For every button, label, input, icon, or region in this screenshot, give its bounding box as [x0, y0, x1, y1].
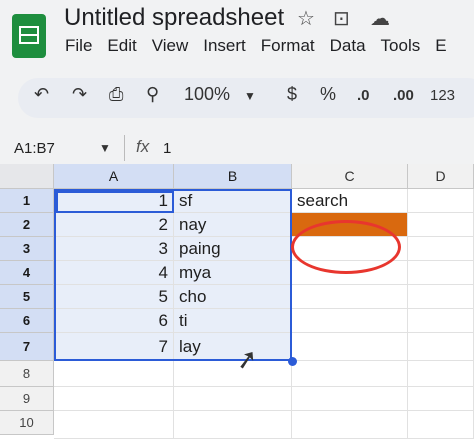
cell-a10[interactable]: [54, 411, 174, 439]
menu-edit[interactable]: Edit: [107, 36, 136, 56]
cell-d5[interactable]: [408, 285, 474, 309]
cell-d6[interactable]: [408, 309, 474, 333]
document-title[interactable]: Untitled spreadsheet: [64, 4, 284, 32]
fx-icon: fx: [136, 137, 150, 156]
cell-c10[interactable]: [292, 411, 408, 439]
row-header-6[interactable]: 6: [0, 309, 54, 333]
fill-handle[interactable]: [288, 357, 297, 366]
cell-b1[interactable]: sf: [174, 189, 292, 213]
row-header-7[interactable]: 7: [0, 333, 54, 361]
name-box-dropdown-icon[interactable]: ▼: [99, 141, 111, 155]
menu-tools[interactable]: Tools: [381, 36, 421, 56]
row-header-3[interactable]: 3: [0, 237, 54, 261]
more-formats-button[interactable]: 123: [430, 87, 455, 104]
move-to-folder-icon[interactable]: ⊡: [333, 6, 350, 31]
cell-a8[interactable]: [54, 361, 174, 387]
menu-view[interactable]: View: [152, 36, 189, 56]
cell-c9[interactable]: [292, 387, 408, 411]
menu-extensions[interactable]: E: [435, 36, 446, 56]
cell-d1[interactable]: [408, 189, 474, 213]
cell-d2[interactable]: [408, 213, 474, 237]
cell-a9[interactable]: [54, 387, 174, 411]
cell-c7[interactable]: [292, 333, 408, 361]
print-icon[interactable]: ⎙: [109, 84, 123, 105]
sheet-grid[interactable]: A B C D 1 2 3 4 5 6 7 8 9 10 1 2 3 4 5 6…: [0, 164, 474, 439]
redo-icon[interactable]: ↷: [72, 84, 87, 105]
zoom-dropdown-icon[interactable]: ▼: [244, 89, 256, 103]
cell-d4[interactable]: [408, 261, 474, 285]
cell-d7[interactable]: [408, 333, 474, 361]
formula-divider: [124, 135, 125, 161]
cloud-status-icon[interactable]: ☁: [370, 6, 390, 31]
cell-b9[interactable]: [174, 387, 292, 411]
star-icon[interactable]: ☆: [297, 6, 315, 31]
column-header-c[interactable]: C: [292, 164, 408, 189]
row-header-10[interactable]: 10: [0, 411, 54, 435]
currency-format-button[interactable]: $: [287, 84, 297, 105]
menu-file[interactable]: File: [65, 36, 92, 56]
undo-icon[interactable]: ↶: [34, 84, 49, 105]
cell-a3[interactable]: 3: [54, 237, 174, 261]
cell-a1[interactable]: 1: [54, 189, 174, 213]
cell-d10[interactable]: [408, 411, 474, 439]
column-header-b[interactable]: B: [174, 164, 292, 189]
decrease-decimal-button[interactable]: .0: [357, 87, 370, 104]
cell-b6[interactable]: ti: [174, 309, 292, 333]
cell-b2[interactable]: nay: [174, 213, 292, 237]
cell-b8[interactable]: [174, 361, 292, 387]
formula-input[interactable]: 1: [163, 140, 171, 157]
cell-c8[interactable]: [292, 361, 408, 387]
cell-a6[interactable]: 6: [54, 309, 174, 333]
cell-b10[interactable]: [174, 411, 292, 439]
menu-format[interactable]: Format: [261, 36, 315, 56]
row-header-9[interactable]: 9: [0, 387, 54, 411]
sheets-logo-icon[interactable]: [12, 14, 46, 58]
percent-format-button[interactable]: %: [320, 84, 336, 105]
column-header-d[interactable]: D: [408, 164, 474, 189]
cell-c5[interactable]: [292, 285, 408, 309]
menu-insert[interactable]: Insert: [203, 36, 246, 56]
cell-b3[interactable]: paing: [174, 237, 292, 261]
paint-format-icon[interactable]: ⚲: [146, 84, 159, 105]
row-header-8[interactable]: 8: [0, 361, 54, 387]
cell-b4[interactable]: mya: [174, 261, 292, 285]
cell-a5[interactable]: 5: [54, 285, 174, 309]
cell-a4[interactable]: 4: [54, 261, 174, 285]
cell-b5[interactable]: cho: [174, 285, 292, 309]
row-header-5[interactable]: 5: [0, 285, 54, 309]
cell-d3[interactable]: [408, 237, 474, 261]
row-header-2[interactable]: 2: [0, 213, 54, 237]
cell-c6[interactable]: [292, 309, 408, 333]
menu-bar: File Edit View Insert Format Data Tools …: [65, 36, 462, 56]
cell-a7[interactable]: 7: [54, 333, 174, 361]
menu-data[interactable]: Data: [330, 36, 366, 56]
row-header-1[interactable]: 1: [0, 189, 54, 213]
select-all-corner[interactable]: [0, 164, 54, 189]
annotation-circle: [291, 220, 401, 274]
row-header-4[interactable]: 4: [0, 261, 54, 285]
name-box[interactable]: A1:B7: [14, 140, 55, 157]
cell-d9[interactable]: [408, 387, 474, 411]
cell-a2[interactable]: 2: [54, 213, 174, 237]
increase-decimal-button[interactable]: .00: [393, 87, 414, 104]
zoom-select[interactable]: 100%: [184, 84, 230, 105]
column-header-a[interactable]: A: [54, 164, 174, 189]
cell-c1[interactable]: search: [292, 189, 408, 213]
cell-d8[interactable]: [408, 361, 474, 387]
